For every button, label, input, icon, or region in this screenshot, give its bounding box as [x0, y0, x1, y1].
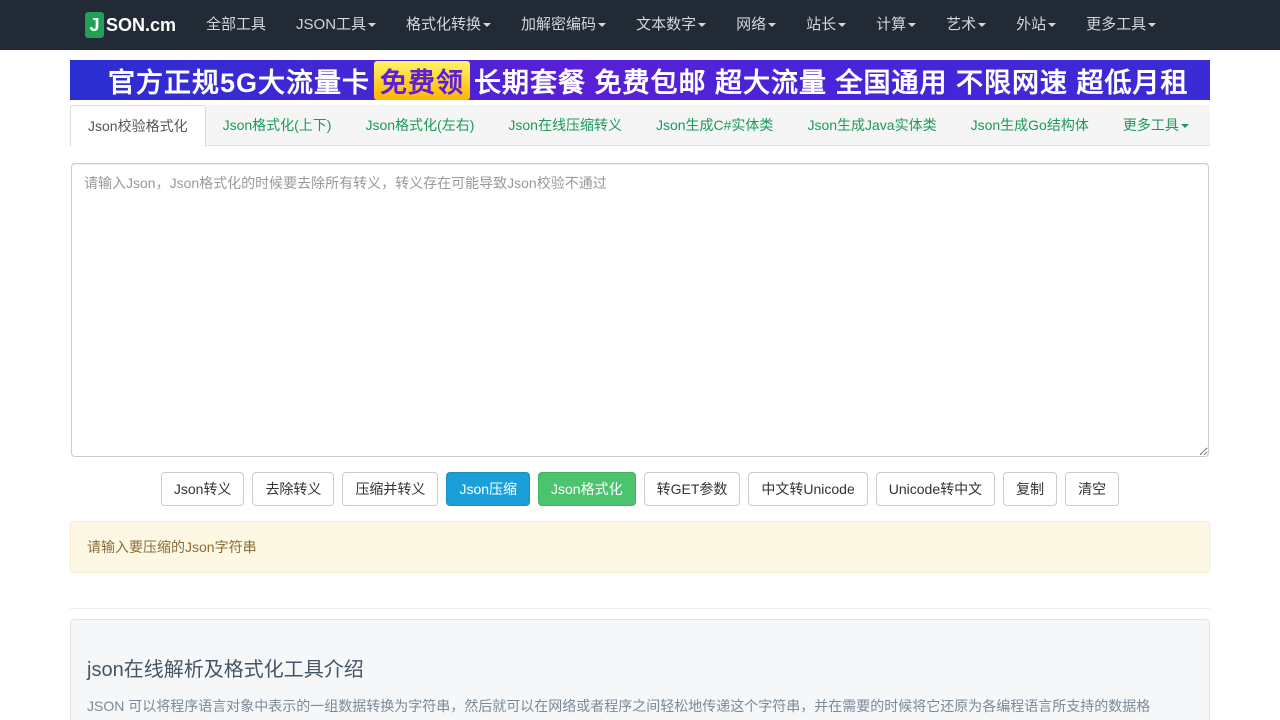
intro-title: json在线解析及格式化工具介绍: [87, 659, 364, 681]
caret-down-icon: [768, 23, 777, 28]
top-navbar: J SON.cm 全部工具 JSON工具 格式化转换 加解密编码 文本数字 网络…: [0, 0, 1280, 50]
section-divider: [70, 608, 1210, 609]
nav-item-label: 艺术: [946, 16, 977, 33]
status-alert: 请输入要压缩的Json字符串: [70, 521, 1210, 573]
nav-item-json-tools[interactable]: JSON工具: [281, 0, 391, 50]
nav-item-art[interactable]: 艺术: [931, 0, 1001, 50]
tab-json-to-go[interactable]: Json生成Go结构体: [954, 105, 1106, 146]
caret-down-icon: [908, 23, 917, 28]
json-compress-button[interactable]: Json压缩: [446, 472, 531, 506]
unicode-to-chinese-button[interactable]: Unicode转中文: [875, 472, 996, 506]
nav-item-more-tools[interactable]: 更多工具: [1071, 0, 1171, 50]
nav-item-format-convert[interactable]: 格式化转换: [391, 0, 506, 50]
intro-text: JSON 可以将程序语言对象中表示的一组数据转换为字符串，然后就可以在网络或者程…: [87, 698, 1151, 714]
tab-json-format-vertical[interactable]: Json格式化(上下): [206, 105, 349, 146]
json-input[interactable]: [71, 163, 1209, 457]
tab-json-compress-escape[interactable]: Json在线压缩转义: [491, 105, 639, 146]
tab-json-format-horizontal[interactable]: Json格式化(左右): [348, 105, 491, 146]
tool-tabs: Json校验格式化 Json格式化(上下) Json格式化(左右) Json在线…: [70, 105, 1210, 147]
action-buttons: Json转义 去除转义 压缩并转义 Json压缩 Json格式化 转GET参数 …: [0, 472, 1280, 506]
nav-item-label: 网络: [736, 16, 767, 33]
clear-button[interactable]: 清空: [1065, 472, 1120, 506]
tab-json-to-java[interactable]: Json生成Java实体类: [790, 105, 953, 146]
nav-item-label: 更多工具: [1086, 16, 1147, 33]
nav-item-label: 计算: [876, 16, 907, 33]
nav-item-external-sites[interactable]: 外站: [1001, 0, 1071, 50]
nav-item-label: 格式化转换: [406, 16, 482, 33]
caret-down-icon: [1180, 124, 1189, 129]
compress-escape-button[interactable]: 压缩并转义: [342, 472, 439, 506]
tab-more-tools[interactable]: 更多工具: [1106, 105, 1206, 146]
nav-item-label: 外站: [1016, 16, 1047, 33]
intro-panel: json在线解析及格式化工具介绍 JSON 可以将程序语言对象中表示的一组数据转…: [70, 619, 1210, 720]
nav-item-label: 加解密编码: [521, 16, 597, 33]
caret-down-icon: [368, 23, 377, 28]
copy-button[interactable]: 复制: [1003, 472, 1058, 506]
tab-label: 更多工具: [1122, 117, 1179, 133]
ad-banner[interactable]: 官方正规5G大流量卡 免费领 长期套餐 免费包邮 超大流量 全国通用 不限网速 超低…: [70, 60, 1210, 100]
nav-item-text-number[interactable]: 文本数字: [621, 0, 721, 50]
caret-down-icon: [1148, 23, 1157, 28]
caret-down-icon: [598, 23, 607, 28]
nav-item-label: JSON工具: [296, 16, 367, 33]
tab-json-to-csharp[interactable]: Json生成C#实体类: [639, 105, 790, 146]
nav-item-webmaster[interactable]: 站长: [791, 0, 861, 50]
nav-item-label: 全部工具: [206, 16, 267, 33]
json-format-button[interactable]: Json格式化: [538, 472, 636, 506]
ad-banner-text: 官方正规5G大流量卡 免费领 长期套餐 免费包邮 超大流量 全国通用 不限网速 超低…: [108, 60, 1189, 100]
to-get-params-button[interactable]: 转GET参数: [643, 472, 741, 506]
remove-escape-button[interactable]: 去除转义: [252, 472, 335, 506]
brand-logo-mark: J: [85, 12, 104, 38]
nav-item-network[interactable]: 网络: [721, 0, 791, 50]
tab-json-validate-format[interactable]: Json校验格式化: [70, 105, 206, 147]
caret-down-icon: [698, 23, 707, 28]
caret-down-icon: [978, 23, 987, 28]
json-escape-button[interactable]: Json转义: [160, 472, 245, 506]
ad-banner-headline: 官方正规5G大流量卡: [108, 67, 371, 98]
main-nav: 全部工具 JSON工具 格式化转换 加解密编码 文本数字 网络 站长 计算 艺术…: [191, 0, 1171, 50]
brand-logo[interactable]: J SON.cm: [85, 12, 176, 38]
nav-item-encrypt-encode[interactable]: 加解密编码: [506, 0, 621, 50]
ad-banner-features: 长期套餐 免费包邮 超大流量 全国通用 不限网速 超低月租: [474, 67, 1189, 98]
nav-item-all-tools[interactable]: 全部工具: [191, 0, 281, 50]
brand-logo-text: SON.cm: [106, 14, 177, 35]
nav-item-label: 文本数字: [636, 16, 697, 33]
chinese-to-unicode-button[interactable]: 中文转Unicode: [748, 472, 868, 506]
caret-down-icon: [483, 23, 492, 28]
caret-down-icon: [838, 23, 847, 28]
nav-item-label: 站长: [806, 16, 837, 33]
nav-item-calculate[interactable]: 计算: [861, 0, 931, 50]
ad-banner-highlight: 免费领: [374, 60, 471, 100]
caret-down-icon: [1048, 23, 1057, 28]
